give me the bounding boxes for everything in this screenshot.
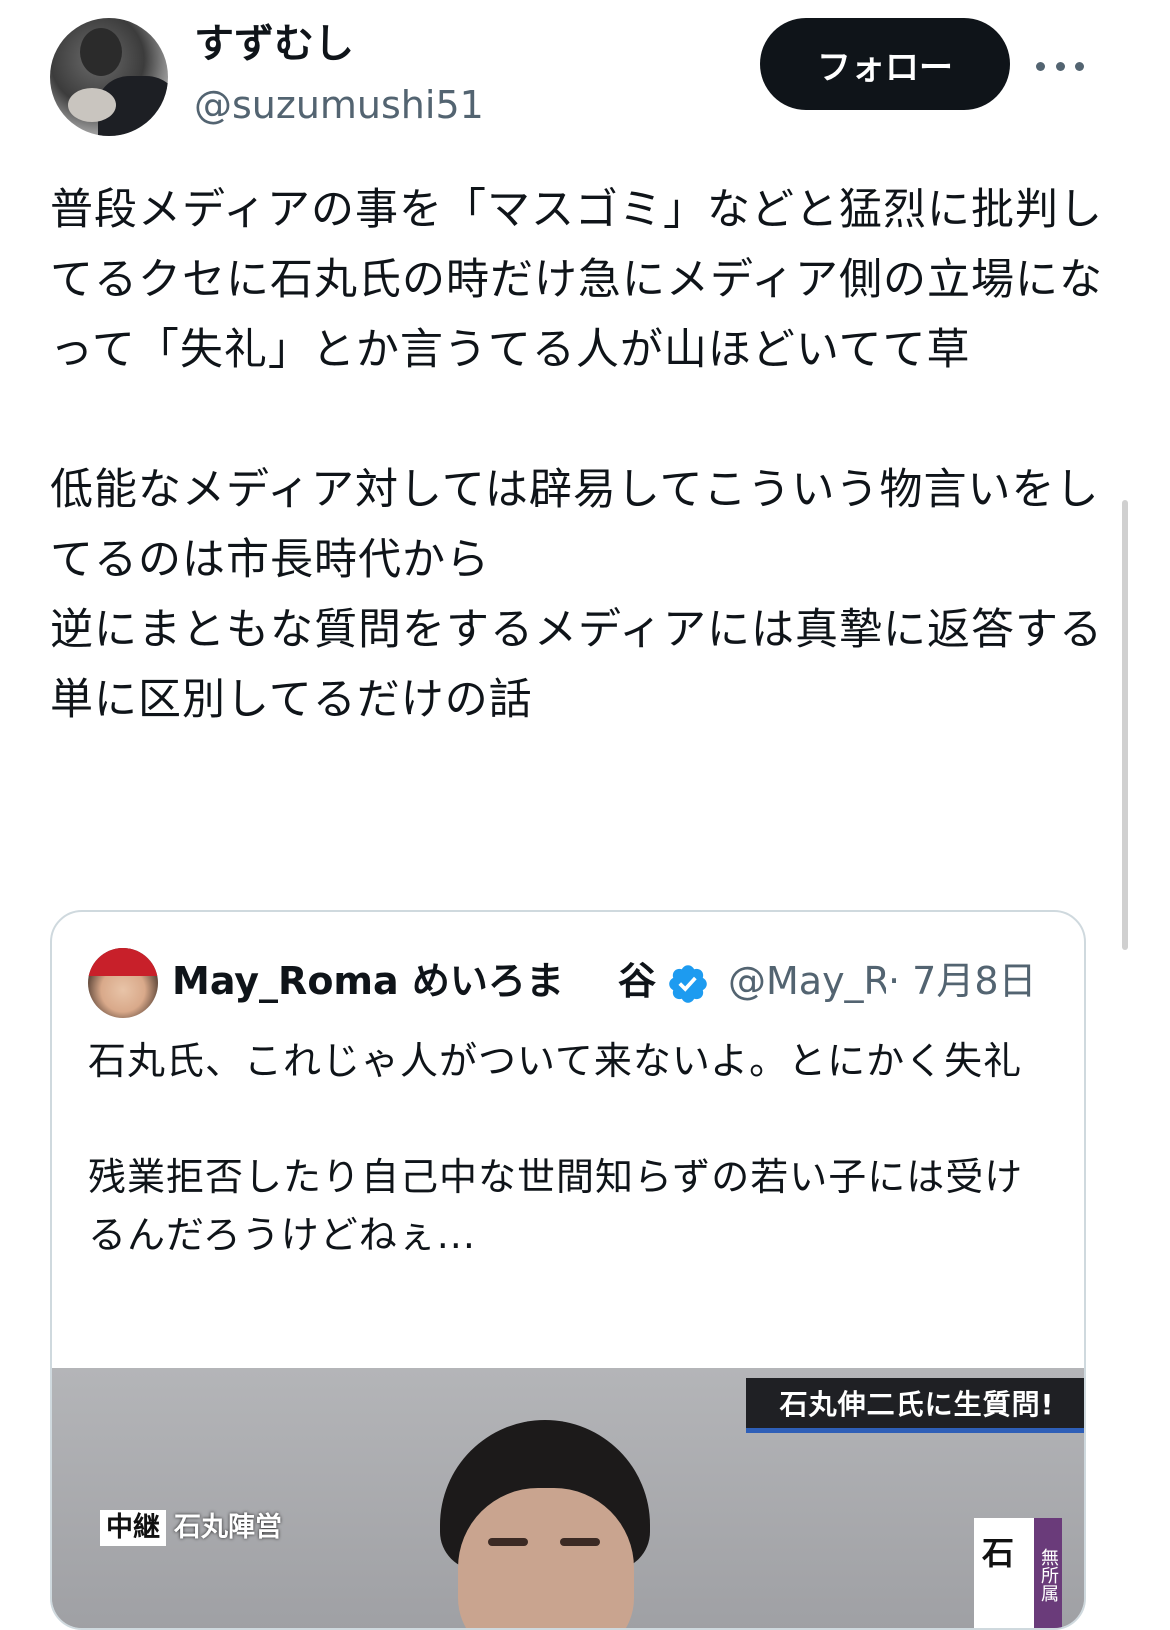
media-name-plate: 石 xyxy=(974,1518,1034,1628)
more-icon[interactable] xyxy=(1036,48,1084,84)
quoted-text: 石丸氏、これじゃ人がついて来ないよ。とにかく失礼 残業拒否したり自己中な世間知ら… xyxy=(88,1039,1024,1257)
media-live-tag: 中継 石丸陣営 xyxy=(100,1510,282,1546)
author-avatar[interactable] xyxy=(50,18,168,136)
quoted-tweet[interactable]: May_Roma めいろま 谷 @May_R · 7月8日 石丸氏、これじゃ人が… xyxy=(50,910,1086,1630)
quoted-author-name: May_Roma めいろま xyxy=(172,959,564,1003)
live-text: 石丸陣営 xyxy=(174,1512,282,1543)
verified-badge-icon xyxy=(669,965,707,1003)
quoted-date: · 7月8日 xyxy=(888,959,1037,1003)
quoted-author-avatar xyxy=(88,948,158,1018)
quoted-media-image[interactable]: 石丸伸二氏に生質問! 中継 石丸陣営 石 無所属 xyxy=(52,1368,1084,1628)
author-display-name[interactable]: すずむし xyxy=(194,18,354,70)
quoted-author-name-suffix: 谷 xyxy=(618,959,657,1003)
follow-button[interactable]: フォロー xyxy=(760,18,1010,110)
tweet-header: すずむし @suzumushi51 フォロー xyxy=(0,0,1170,150)
live-label: 中継 xyxy=(100,1510,166,1546)
media-caption: 石丸伸二氏に生質問! xyxy=(746,1378,1084,1433)
media-name-plate-side: 無所属 xyxy=(1034,1518,1062,1628)
quoted-author-handle: @May_R xyxy=(728,959,886,1003)
author-handle[interactable]: @suzumushi51 xyxy=(194,80,484,130)
scrollbar[interactable] xyxy=(1122,500,1128,950)
tweet-text: 普段メディアの事を「マスゴミ」などと猛烈に批判してるクセに石丸氏の時だけ急にメデ… xyxy=(50,185,1103,725)
